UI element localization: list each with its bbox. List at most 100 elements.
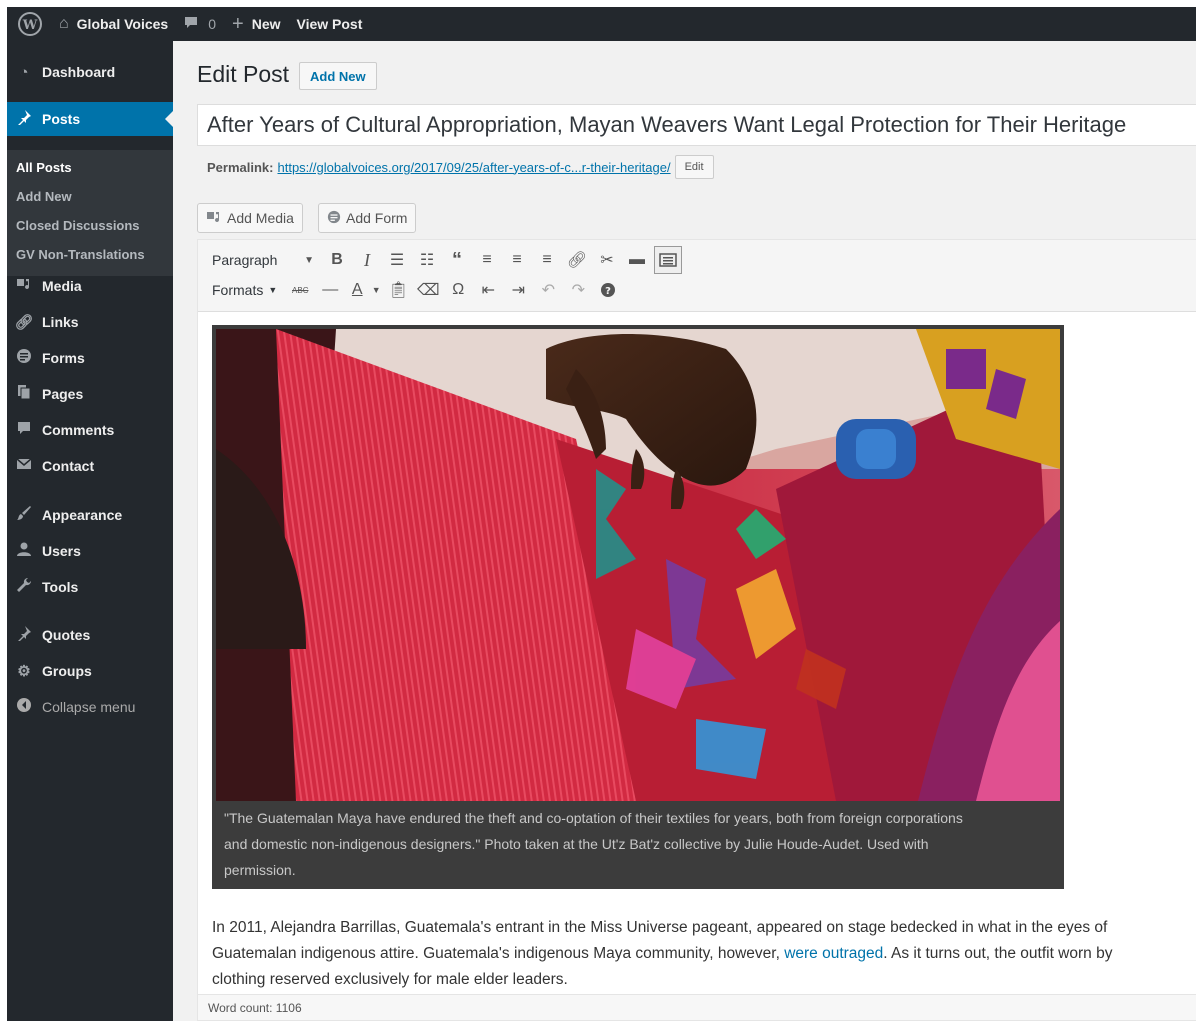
- mail-icon: [14, 456, 34, 476]
- sidebar-item-label: Appearance: [42, 507, 123, 523]
- link-icon: 🔗︎: [14, 314, 34, 331]
- insert-link-icon[interactable]: 🔗︎: [562, 246, 592, 274]
- forms-icon: [327, 210, 341, 227]
- sidebar-item-links[interactable]: 🔗︎ Links: [7, 305, 173, 339]
- weaving-photo[interactable]: [216, 329, 1060, 801]
- align-center-icon[interactable]: ≡: [502, 246, 532, 274]
- strikethrough-icon[interactable]: ABC: [285, 276, 315, 304]
- media-icon: [206, 209, 222, 228]
- sidebar-item-label: Links: [42, 314, 79, 330]
- view-post-label: View Post: [296, 16, 363, 32]
- post-title-input[interactable]: After Years of Cultural Appropriation, M…: [197, 104, 1196, 146]
- sidebar-item-label: Comments: [42, 422, 115, 438]
- blockquote-icon[interactable]: “: [442, 246, 472, 274]
- sidebar-item-users[interactable]: Users: [7, 534, 173, 568]
- formats-dropdown[interactable]: Formats ▼: [204, 277, 285, 303]
- site-name-link[interactable]: ⌂ Global Voices: [51, 7, 176, 41]
- add-new-button[interactable]: Add New: [299, 62, 377, 90]
- toolbar-row-2: Formats ▼ ABC — A ▼ 📋︎ ⌫ Ω ⇤ ⇥ ↶ ↷ ?: [204, 275, 623, 305]
- chevron-down-icon: ▼: [268, 285, 278, 295]
- home-icon: ⌂: [59, 15, 69, 32]
- comments-link[interactable]: 0: [176, 7, 224, 41]
- paste-text-icon[interactable]: 📋︎: [383, 276, 413, 304]
- numbered-list-icon[interactable]: ☷: [412, 246, 442, 274]
- submenu-item-closed-discussions[interactable]: Closed Discussions: [16, 218, 140, 233]
- sidebar-item-posts[interactable]: Posts: [7, 102, 173, 136]
- redo-icon[interactable]: ↷: [563, 276, 593, 304]
- sidebar-item-label: Quotes: [42, 627, 91, 643]
- clear-formatting-icon[interactable]: ⌫: [413, 276, 443, 304]
- chevron-down-icon[interactable]: ▼: [369, 276, 383, 304]
- page-title: Edit Post: [197, 61, 290, 87]
- sidebar-item-label: Groups: [42, 663, 92, 679]
- horizontal-line-icon[interactable]: —: [315, 276, 345, 304]
- svg-text:W: W: [22, 18, 38, 33]
- permalink-link[interactable]: https://globalvoices.org/2017/09/25/afte…: [277, 160, 670, 175]
- read-more-icon[interactable]: ▬: [622, 246, 652, 274]
- sidebar-item-pages[interactable]: Pages: [7, 377, 173, 411]
- sidebar-item-label: Media: [42, 278, 82, 294]
- paragraph-line: Guatemalan indigenous attire. Guatemala'…: [212, 941, 1196, 967]
- collapse-menu-button[interactable]: Collapse menu: [7, 690, 173, 724]
- comment-icon: [14, 420, 34, 440]
- sidebar-item-appearance[interactable]: Appearance: [7, 498, 173, 532]
- submenu-item-gv-non-translations[interactable]: GV Non-Translations: [16, 247, 145, 262]
- editor-toolbar: Paragraph ▼ B I ☰ ☷ “ ≡ ≡ ≡ 🔗︎ ✂ ▬ Forma…: [198, 240, 1196, 312]
- align-left-icon[interactable]: ≡: [472, 246, 502, 274]
- view-post-link[interactable]: View Post: [289, 7, 371, 41]
- wordpress-logo[interactable]: W: [7, 7, 51, 41]
- admin-sidebar: ◔ Dashboard Posts All Posts Add New Clos…: [7, 41, 173, 1021]
- help-icon[interactable]: ?: [593, 276, 623, 304]
- submenu-item-add-new[interactable]: Add New: [16, 189, 72, 204]
- sidebar-item-tools[interactable]: Tools: [7, 570, 173, 604]
- comments-count: 0: [208, 16, 217, 32]
- unlink-icon[interactable]: ✂: [592, 246, 622, 274]
- toolbar-toggle-icon[interactable]: [654, 246, 682, 274]
- bold-button[interactable]: B: [322, 246, 352, 274]
- new-content-link[interactable]: + New: [224, 7, 288, 41]
- paragraph-text: Guatemalan indigenous attire. Guatemala'…: [212, 945, 785, 962]
- image-figure[interactable]: "The Guatemalan Maya have endured the th…: [212, 325, 1064, 889]
- add-form-button[interactable]: Add Form: [318, 203, 417, 233]
- permalink-label: Permalink:: [207, 159, 274, 175]
- indent-icon[interactable]: ⇥: [503, 276, 533, 304]
- wrench-icon: [14, 577, 34, 597]
- sidebar-item-forms[interactable]: Forms: [7, 341, 173, 375]
- media-icon: [14, 276, 34, 296]
- gear-icon: ⚙: [17, 663, 31, 680]
- image-caption: "The Guatemalan Maya have endured the th…: [224, 805, 1044, 883]
- permalink-edit-button[interactable]: Edit: [674, 155, 714, 179]
- align-right-icon[interactable]: ≡: [532, 246, 562, 274]
- main-content: Edit Post Add New After Years of Cultura…: [173, 41, 1196, 1021]
- sidebar-item-comments[interactable]: Comments: [7, 413, 173, 447]
- outdent-icon[interactable]: ⇤: [473, 276, 503, 304]
- brush-icon: [14, 505, 34, 525]
- special-character-icon[interactable]: Ω: [443, 276, 473, 304]
- sidebar-item-label: Dashboard: [42, 64, 116, 80]
- bullet-list-icon[interactable]: ☰: [382, 246, 412, 274]
- paragraph-format-select[interactable]: Paragraph ▼: [204, 247, 322, 273]
- add-media-button[interactable]: Add Media: [197, 203, 303, 233]
- collapse-icon: [14, 697, 34, 717]
- sidebar-item-dashboard[interactable]: ◔ Dashboard: [7, 55, 173, 89]
- toolbar-row-1: Paragraph ▼ B I ☰ ☷ “ ≡ ≡ ≡ 🔗︎ ✂ ▬: [204, 245, 682, 275]
- inline-link[interactable]: were outraged: [784, 945, 883, 962]
- undo-icon[interactable]: ↶: [533, 276, 563, 304]
- text-color-icon[interactable]: A: [345, 276, 369, 304]
- editor-content[interactable]: "The Guatemalan Maya have endured the th…: [212, 325, 1196, 1005]
- paragraph-line: In 2011, Alejandra Barrillas, Guatemala'…: [212, 919, 1108, 936]
- italic-button[interactable]: I: [352, 246, 382, 274]
- sidebar-item-label: Contact: [42, 458, 95, 474]
- svg-text:?: ?: [605, 286, 611, 297]
- site-name: Global Voices: [76, 16, 169, 32]
- paragraph-text: . As it turns out, the outfit worn by: [883, 945, 1113, 962]
- user-icon: [14, 541, 34, 561]
- sidebar-item-groups[interactable]: ⚙ Groups: [7, 654, 173, 688]
- sidebar-item-media[interactable]: Media: [7, 269, 173, 303]
- pushpin-icon: [14, 625, 34, 645]
- formats-label: Formats: [212, 282, 264, 298]
- sidebar-item-quotes[interactable]: Quotes: [7, 618, 173, 652]
- new-label: New: [251, 16, 281, 32]
- submenu-item-all-posts[interactable]: All Posts: [16, 160, 72, 175]
- sidebar-item-contact[interactable]: Contact: [7, 449, 173, 483]
